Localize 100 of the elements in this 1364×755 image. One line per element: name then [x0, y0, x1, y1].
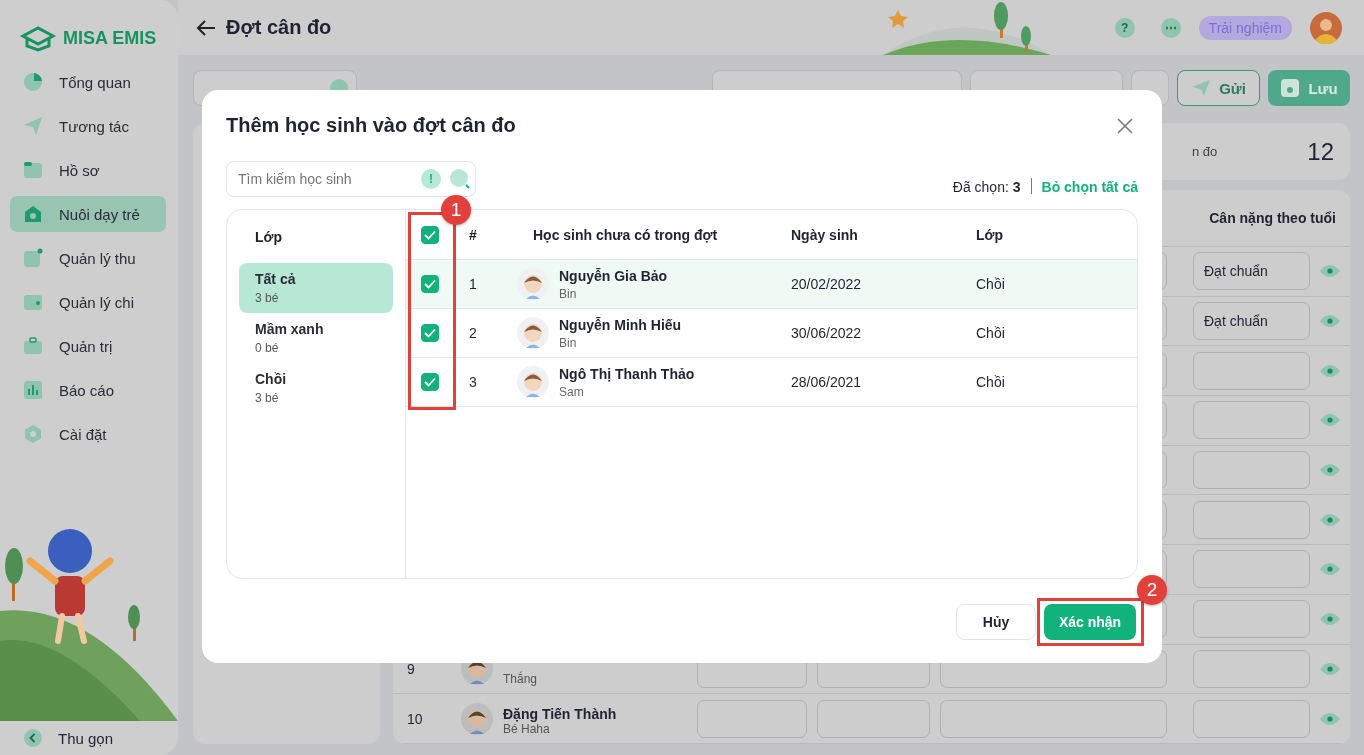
paper-plane-icon — [1191, 79, 1212, 97]
weight-status-field[interactable]: Đạt chuẩn — [1193, 252, 1310, 291]
class-name: Chồi — [975, 374, 1006, 390]
student-name: Đặng Tiến Thành — [503, 705, 617, 722]
logo-text: MISA EMIS — [63, 27, 157, 49]
dialog-title: Thêm học sinh vào đợt cân đo — [226, 114, 516, 137]
birth-date: 28/06/2021 — [790, 374, 863, 390]
weight-status-field[interactable] — [1193, 649, 1310, 688]
eye-icon[interactable] — [1319, 362, 1341, 379]
eye-icon[interactable] — [1319, 313, 1341, 330]
input-field[interactable] — [940, 699, 1167, 738]
weight-status-field[interactable] — [1193, 699, 1310, 738]
input-field[interactable] — [817, 699, 930, 738]
checkbox[interactable] — [420, 275, 439, 293]
nav-item[interactable]: Báo cáo — [10, 372, 166, 408]
cancel-button[interactable]: Hủy — [956, 604, 1036, 640]
nav-item[interactable]: Cài đặt — [10, 416, 166, 452]
floppy-icon — [1280, 78, 1301, 98]
class-name: Chồi — [975, 325, 1006, 341]
eye-icon[interactable] — [1319, 660, 1341, 677]
wallet-icon — [23, 292, 43, 312]
student-nickname: Thắng — [503, 671, 538, 686]
checkbox[interactable] — [420, 324, 439, 342]
child-avatar — [517, 268, 549, 300]
selected-count: Đã chọn: 3 — [952, 179, 1021, 197]
hexagon-icon — [23, 424, 43, 444]
row-number: 2 — [468, 325, 478, 341]
row-number: 9 — [406, 660, 416, 677]
child-avatar — [517, 317, 549, 349]
checkmark-icon — [423, 229, 436, 240]
student-name: Ngô Thị Thanh Thảo — [559, 365, 695, 382]
eye-icon[interactable] — [1319, 462, 1341, 479]
checkmark-icon — [423, 279, 436, 289]
nav-item[interactable]: Nuôi dạy trẻ — [10, 196, 166, 232]
search-icon[interactable] — [449, 168, 471, 190]
column-header: Ngày sinh — [790, 226, 859, 243]
eye-icon[interactable] — [1319, 412, 1341, 429]
chart-card-icon — [23, 248, 43, 268]
house-icon — [23, 204, 43, 224]
class-item[interactable]: Mầm xanh 0 bé — [239, 313, 393, 363]
row-number: 3 — [468, 374, 478, 390]
weight-status-field[interactable] — [1193, 600, 1310, 639]
stat-value: 12 — [1307, 137, 1334, 166]
nav-item[interactable]: Quản lý chi — [10, 284, 166, 320]
student-nickname: Bin — [559, 335, 578, 350]
nav-item[interactable]: Tương tác — [10, 108, 166, 144]
stat-label: n đo — [1192, 144, 1218, 159]
column-header: Lớp — [975, 226, 1005, 243]
eye-icon[interactable] — [1319, 611, 1341, 628]
weight-status-field[interactable] — [1193, 451, 1310, 490]
nav-item[interactable]: Quản lý thu — [10, 240, 166, 276]
nav-item[interactable]: Tổng quan — [10, 64, 166, 100]
pie-chart-icon — [23, 72, 43, 92]
page-title: Đợt cân đo — [226, 16, 332, 39]
column-header: Lớp — [254, 228, 284, 247]
eye-icon[interactable] — [1319, 710, 1341, 727]
student-name: Nguyễn Gia Bảo — [559, 267, 668, 284]
briefcase-icon — [23, 336, 43, 356]
checkbox[interactable] — [420, 225, 439, 244]
nav-item[interactable]: Hồ sơ — [10, 152, 166, 188]
eye-icon[interactable] — [1319, 263, 1341, 280]
step-badge: 2 — [1137, 575, 1167, 605]
child-avatar — [461, 702, 493, 735]
weight-status-field[interactable] — [1193, 550, 1310, 589]
weight-status-field[interactable] — [1193, 500, 1310, 539]
checkmark-icon — [423, 328, 436, 338]
close-icon[interactable] — [1117, 117, 1133, 134]
weight-status-field[interactable] — [1193, 351, 1310, 390]
nav-item[interactable]: Quản trị — [10, 328, 166, 364]
bar-chart-icon — [23, 380, 43, 400]
input-field[interactable] — [697, 699, 807, 738]
class-item[interactable]: Chồi 3 bé — [239, 363, 393, 413]
weight-status-field[interactable]: Đạt chuẩn — [1193, 302, 1310, 341]
student-nickname: Sam — [559, 384, 585, 399]
checkmark-icon — [423, 377, 436, 387]
chevron-left-icon — [24, 729, 42, 747]
paper-plane-icon — [23, 116, 43, 136]
row-number: 1 — [468, 276, 478, 292]
eye-icon[interactable] — [1319, 561, 1341, 578]
student-nickname: Bé Haha — [503, 721, 551, 736]
column-header: Học sinh chưa có trong đợt — [532, 226, 719, 243]
student-nickname: Bin — [559, 286, 578, 301]
folder-icon — [23, 160, 43, 180]
checkbox[interactable] — [420, 373, 439, 391]
birth-date: 20/02/2022 — [790, 276, 863, 292]
collapse-button[interactable]: Thu gọn — [24, 729, 114, 747]
column-header: Cân nặng theo tuổi — [1209, 210, 1336, 226]
avatar[interactable] — [1310, 11, 1342, 44]
back-arrow-icon[interactable] — [196, 18, 216, 37]
student-name: Nguyễn Minh Hiếu — [559, 316, 682, 333]
birth-date: 30/06/2022 — [790, 325, 863, 341]
class-name: Chồi — [975, 276, 1006, 292]
step-badge: 1 — [441, 195, 471, 225]
column-header: # — [468, 226, 478, 243]
logo-icon — [19, 24, 57, 52]
eye-icon[interactable] — [1319, 511, 1341, 528]
class-item[interactable]: Tất cả 3 bé — [239, 263, 393, 313]
row-number: 10 — [406, 710, 424, 727]
child-avatar — [517, 366, 549, 398]
weight-status-field[interactable] — [1193, 401, 1310, 440]
